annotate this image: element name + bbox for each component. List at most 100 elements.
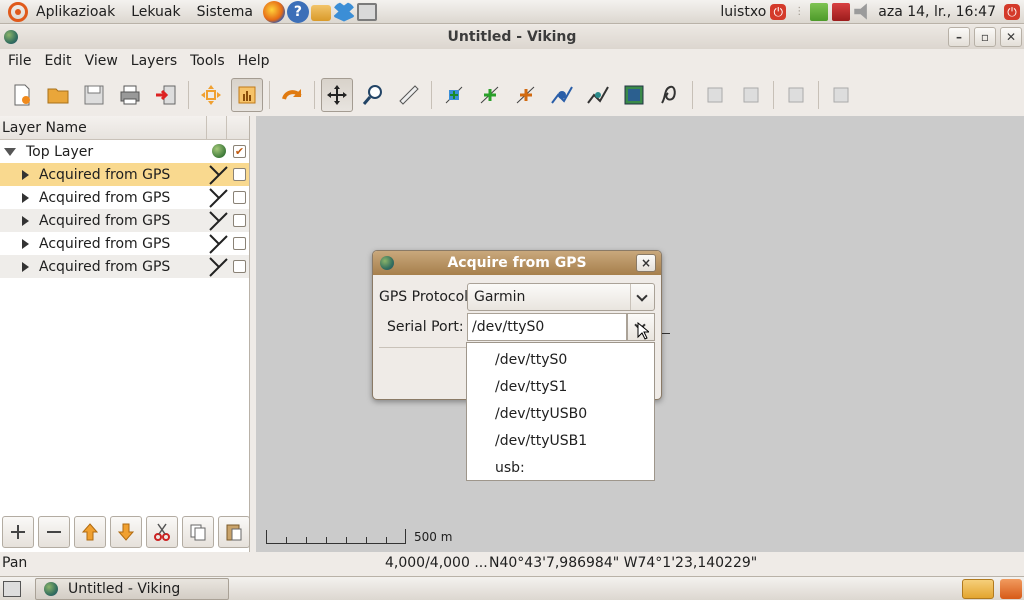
window-titlebar[interactable]: Untitled - Viking – ▫ ✕ xyxy=(0,25,1024,49)
open-folder-icon[interactable] xyxy=(42,78,74,112)
expander-closed-icon[interactable] xyxy=(22,238,29,249)
menu-file[interactable]: File xyxy=(0,53,36,69)
move-layer-down-button[interactable] xyxy=(110,516,142,548)
edit-trackpoint-icon[interactable] xyxy=(510,78,542,112)
column-type[interactable] xyxy=(207,116,228,139)
edit-track-icon[interactable] xyxy=(582,78,614,112)
panel-menu-places[interactable]: Lekuak xyxy=(123,0,188,24)
disabled-tool-4-icon xyxy=(825,78,857,112)
mouse-cursor-icon xyxy=(637,322,649,340)
layer-label: Acquired from GPS xyxy=(39,166,171,183)
workspace-switcher-icon[interactable] xyxy=(962,579,994,599)
map-image-icon[interactable] xyxy=(618,78,650,112)
scale-bar xyxy=(266,529,406,544)
create-track-icon[interactable] xyxy=(546,78,578,112)
trash-icon[interactable] xyxy=(1000,579,1022,599)
menu-help[interactable]: Help xyxy=(230,53,275,69)
help-icon[interactable]: ? xyxy=(286,0,309,23)
battery-icon[interactable] xyxy=(810,2,829,21)
taskbar-window-button[interactable]: Untitled - Viking xyxy=(35,578,229,600)
hand-tool-icon[interactable] xyxy=(231,78,263,112)
new-file-icon[interactable] xyxy=(6,78,38,112)
expander-open-icon[interactable] xyxy=(4,147,16,156)
column-visible[interactable] xyxy=(227,116,249,139)
georef-icon[interactable] xyxy=(654,78,686,112)
copy-layer-button[interactable] xyxy=(182,516,214,548)
ruler-icon[interactable] xyxy=(393,78,425,112)
print-icon[interactable] xyxy=(114,78,146,112)
username[interactable]: luistxo xyxy=(720,4,766,20)
volume-icon[interactable] xyxy=(854,3,867,20)
layer-row[interactable]: Acquired from GPS xyxy=(0,255,249,278)
serial-port-input[interactable]: /dev/ttyS0 xyxy=(467,313,627,341)
visibility-checkbox[interactable] xyxy=(233,260,246,273)
move-tool-icon[interactable] xyxy=(321,78,353,112)
toolbar xyxy=(0,74,1024,116)
visibility-checkbox[interactable] xyxy=(233,168,246,181)
add-trackpoint-icon[interactable] xyxy=(474,78,506,112)
user-power-icon[interactable]: ⏻ xyxy=(770,3,787,20)
network-icon[interactable] xyxy=(356,2,377,21)
menu-edit[interactable]: Edit xyxy=(36,53,76,69)
show-desktop-icon[interactable] xyxy=(3,581,21,597)
serial-port-option[interactable]: usb: xyxy=(467,455,654,482)
ubuntu-logo-icon[interactable] xyxy=(8,1,28,22)
create-waypoint-icon[interactable] xyxy=(438,78,470,112)
aggregate-layer-icon xyxy=(212,144,226,158)
copy-icon xyxy=(190,524,206,541)
taskbar-window-title: Untitled - Viking xyxy=(68,581,181,597)
folder-icon[interactable] xyxy=(310,4,331,21)
layer-row[interactable]: Acquired from GPS xyxy=(0,232,249,255)
expander-closed-icon[interactable] xyxy=(22,261,29,272)
exit-icon[interactable] xyxy=(150,78,182,112)
layer-row[interactable]: Acquired from GPS xyxy=(0,209,249,232)
menu-tools[interactable]: Tools xyxy=(182,53,230,69)
serial-port-option[interactable]: /dev/ttyS1 xyxy=(467,374,654,401)
visibility-checkbox[interactable] xyxy=(233,191,246,204)
layers-header: Layer Name xyxy=(0,116,249,140)
top-panel: Aplikazioak Lekuak Sistema ? luistxo ⏻ ⋮… xyxy=(0,0,1024,24)
visibility-checkbox[interactable]: ✔ xyxy=(233,145,246,158)
firefox-icon[interactable] xyxy=(262,0,285,23)
expander-closed-icon[interactable] xyxy=(22,215,29,226)
serial-port-option[interactable]: /dev/ttyUSB0 xyxy=(467,401,654,428)
redo-icon[interactable] xyxy=(276,78,308,112)
zoom-icon[interactable] xyxy=(357,78,389,112)
visibility-checkbox[interactable] xyxy=(233,237,246,250)
panel-menu-applications[interactable]: Aplikazioak xyxy=(28,0,123,24)
close-window-button[interactable]: ✕ xyxy=(1000,27,1022,47)
gps-protocol-combo[interactable]: Garmin xyxy=(467,283,655,311)
cut-layer-button[interactable] xyxy=(146,516,178,548)
dropbox-icon[interactable] xyxy=(332,1,355,22)
pan-center-icon[interactable] xyxy=(195,78,227,112)
add-layer-button[interactable] xyxy=(2,516,34,548)
minimize-button[interactable]: – xyxy=(948,27,970,47)
menu-layers[interactable]: Layers xyxy=(123,53,182,69)
column-layer-name[interactable]: Layer Name xyxy=(0,116,208,139)
serial-port-option[interactable]: /dev/ttyUSB1 xyxy=(467,428,654,455)
expander-closed-icon[interactable] xyxy=(22,192,29,203)
plus-icon xyxy=(11,525,25,539)
panel-menu-system[interactable]: Sistema xyxy=(189,0,261,24)
paste-layer-button[interactable] xyxy=(218,516,250,548)
top-layer-row[interactable]: Top Layer ✔ xyxy=(0,140,249,163)
move-layer-up-button[interactable] xyxy=(74,516,106,548)
trw-layer-icon xyxy=(209,211,228,231)
remove-layer-button[interactable] xyxy=(38,516,70,548)
mail-indicator-icon[interactable] xyxy=(832,2,851,21)
viking-app-icon[interactable] xyxy=(4,30,18,44)
maximize-button[interactable]: ▫ xyxy=(974,27,996,47)
toolbar-separator xyxy=(773,81,774,109)
layer-row[interactable]: Acquired from GPS xyxy=(0,186,249,209)
clock[interactable]: aza 14, lr., 16:47 xyxy=(878,4,996,20)
shutdown-icon[interactable]: ⏻ xyxy=(1004,3,1020,20)
expander-closed-icon[interactable] xyxy=(22,169,29,180)
visibility-checkbox[interactable] xyxy=(233,214,246,227)
dialog-close-button[interactable]: × xyxy=(636,254,656,272)
layer-row[interactable]: Acquired from GPS xyxy=(0,163,249,186)
menu-view[interactable]: View xyxy=(77,53,123,69)
statusbar: Pan 4,000/4,000 ... N40°43'7,986984" W74… xyxy=(0,553,1024,573)
save-icon[interactable] xyxy=(78,78,110,112)
serial-port-option[interactable]: /dev/ttyS0 xyxy=(467,347,654,374)
dialog-titlebar[interactable]: Acquire from GPS × xyxy=(373,251,661,275)
